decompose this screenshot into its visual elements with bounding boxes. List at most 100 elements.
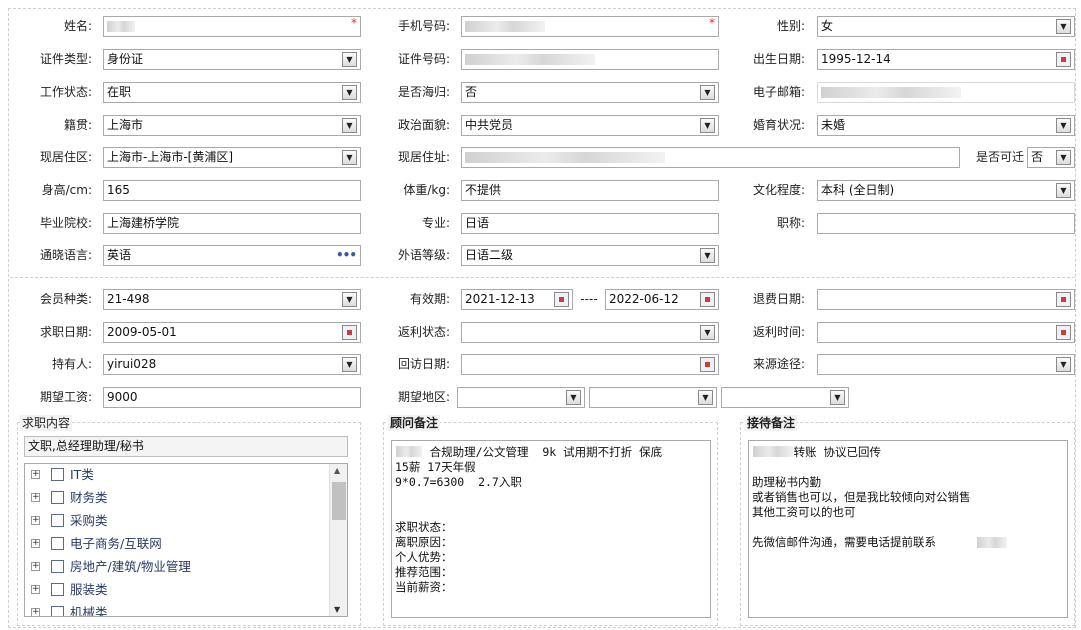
checkbox[interactable]	[51, 468, 64, 481]
address-field[interactable]	[461, 147, 960, 168]
native-place-select[interactable]: 上海市 ▼	[103, 115, 361, 136]
scroll-down-arrow[interactable]: ▼	[334, 605, 340, 614]
rebate-status-select[interactable]: ▼	[461, 322, 719, 343]
rebate-time-field[interactable]	[817, 322, 1075, 343]
chevron-down-icon[interactable]: ▼	[342, 85, 357, 100]
scroll-thumb[interactable]	[332, 482, 346, 520]
chevron-down-icon[interactable]: ▼	[700, 325, 715, 340]
chevron-down-icon[interactable]: ▼	[698, 390, 713, 405]
expand-icon[interactable]: +	[31, 493, 40, 502]
calendar-icon[interactable]	[1056, 325, 1071, 340]
checkbox[interactable]	[51, 537, 64, 550]
expand-icon[interactable]: +	[31, 562, 40, 571]
chevron-down-icon[interactable]: ▼	[1056, 357, 1071, 372]
residence-area-label: 现居住区:	[39, 150, 92, 164]
id-type-select[interactable]: 身份证 ▼	[103, 49, 361, 70]
reception-notes-textarea[interactable]: 转账 协议已回传 助理秘书内勤 或者销售也可以，但是我比较倾向对公销售 其他工资…	[748, 440, 1068, 618]
job-title-field[interactable]	[817, 213, 1075, 234]
consultant-notes-textarea[interactable]: 合规助理/公文管理 9k 试用期不打折 保底 15薪 17天年假 9*0.7=6…	[391, 440, 711, 618]
checkbox[interactable]	[51, 583, 64, 596]
validity-to-field[interactable]: 2022-06-12	[605, 289, 719, 310]
birth-date-field[interactable]: 1995-12-14	[817, 49, 1075, 70]
language-field[interactable]: 英语 •••	[103, 245, 361, 266]
residence-area-select[interactable]: 上海市-上海市-[黄浦区] ▼	[103, 147, 361, 168]
checkbox[interactable]	[51, 560, 64, 573]
visit-date-field[interactable]	[461, 354, 719, 375]
name-field[interactable]: *	[103, 16, 361, 37]
more-icon[interactable]: •••	[336, 246, 357, 265]
vertical-scrollbar[interactable]: ▲ ▼	[329, 464, 347, 616]
expand-icon[interactable]: +	[31, 608, 40, 616]
email-field[interactable]	[817, 82, 1075, 103]
region-city-select[interactable]: ▼	[589, 387, 717, 408]
chevron-down-icon[interactable]: ▼	[830, 390, 845, 405]
calendar-icon[interactable]	[700, 292, 715, 307]
tree-item-ecommerce[interactable]: + 电子商务/互联网	[25, 533, 325, 555]
validity-from-value: 2021-12-13	[465, 292, 535, 306]
calendar-icon[interactable]	[1056, 52, 1071, 67]
region-district-select[interactable]: ▼	[721, 387, 849, 408]
member-type-value: 21-498	[107, 292, 150, 306]
validity-separator: ----	[580, 292, 598, 306]
chevron-down-icon[interactable]: ▼	[700, 248, 715, 263]
chevron-down-icon[interactable]: ▼	[342, 150, 357, 165]
major-field[interactable]: 日语	[461, 213, 719, 234]
calendar-icon[interactable]	[342, 325, 357, 340]
chevron-down-icon[interactable]: ▼	[1056, 183, 1071, 198]
work-status-select[interactable]: 在职 ▼	[103, 82, 361, 103]
chevron-down-icon[interactable]: ▼	[1056, 150, 1071, 165]
political-select[interactable]: 中共党员 ▼	[461, 115, 719, 136]
height-field[interactable]: 165	[103, 180, 361, 201]
expand-icon[interactable]: +	[31, 539, 40, 548]
tree-item-apparel[interactable]: + 服装类	[25, 579, 325, 601]
job-category-tree[interactable]: + IT类 + 财务类 + 采购类 + 电子商务/互联网 + 房地产/建筑/物业…	[24, 463, 348, 617]
validity-from-field[interactable]: 2021-12-13	[461, 289, 573, 310]
returnee-select[interactable]: 否 ▼	[461, 82, 719, 103]
tree-item-machinery[interactable]: + 机械类	[25, 602, 325, 616]
marital-select[interactable]: 未婚 ▼	[817, 115, 1075, 136]
calendar-icon[interactable]	[700, 357, 715, 372]
region-province-select[interactable]: ▼	[457, 387, 585, 408]
tree-item-purchasing[interactable]: + 采购类	[25, 510, 325, 532]
native-place-label: 籍贯:	[63, 118, 92, 132]
chevron-down-icon[interactable]: ▼	[566, 390, 581, 405]
chevron-down-icon[interactable]: ▼	[1056, 118, 1071, 133]
returnee-label: 是否海归:	[397, 85, 450, 99]
chevron-down-icon[interactable]: ▼	[1056, 19, 1071, 34]
job-date-field[interactable]: 2009-05-01	[103, 322, 361, 343]
gender-select[interactable]: 女 ▼	[817, 16, 1075, 37]
calendar-icon[interactable]	[554, 292, 569, 307]
education-select[interactable]: 本科 (全日制) ▼	[817, 180, 1075, 201]
job-selected-field[interactable]: 文职,总经理助理/秘书	[24, 436, 348, 457]
source-select[interactable]: ▼	[817, 354, 1075, 375]
chevron-down-icon[interactable]: ▼	[700, 85, 715, 100]
relocate-label: 是否可迁	[975, 150, 1024, 164]
expand-icon[interactable]: +	[31, 516, 40, 525]
id-number-field[interactable]	[461, 49, 719, 70]
chevron-down-icon[interactable]: ▼	[342, 357, 357, 372]
tree-item-it[interactable]: + IT类	[25, 464, 325, 486]
tree-item-realestate[interactable]: + 房地产/建筑/物业管理	[25, 556, 325, 578]
expand-icon[interactable]: +	[31, 470, 40, 479]
chevron-down-icon[interactable]: ▼	[342, 52, 357, 67]
tree-item-finance[interactable]: + 财务类	[25, 487, 325, 509]
member-type-select[interactable]: 21-498 ▼	[103, 289, 361, 310]
scroll-up-arrow[interactable]: ▲	[334, 466, 340, 475]
lang-level-select[interactable]: 日语二级 ▼	[461, 245, 719, 266]
checkbox[interactable]	[51, 606, 64, 616]
weight-field[interactable]: 不提供	[461, 180, 719, 201]
chevron-down-icon[interactable]: ▼	[342, 292, 357, 307]
school-field[interactable]: 上海建桥学院	[103, 213, 361, 234]
political-label: 政治面貌:	[397, 118, 450, 132]
expand-icon[interactable]: +	[31, 585, 40, 594]
mobile-field[interactable]: *	[461, 16, 719, 37]
checkbox[interactable]	[51, 514, 64, 527]
holder-select[interactable]: yirui028 ▼	[103, 354, 361, 375]
refund-date-field[interactable]	[817, 289, 1075, 310]
relocate-select[interactable]: 否 ▼	[1027, 147, 1075, 168]
chevron-down-icon[interactable]: ▼	[700, 118, 715, 133]
calendar-icon[interactable]	[1056, 292, 1071, 307]
salary-field[interactable]: 9000	[103, 387, 361, 408]
chevron-down-icon[interactable]: ▼	[342, 118, 357, 133]
checkbox[interactable]	[51, 491, 64, 504]
